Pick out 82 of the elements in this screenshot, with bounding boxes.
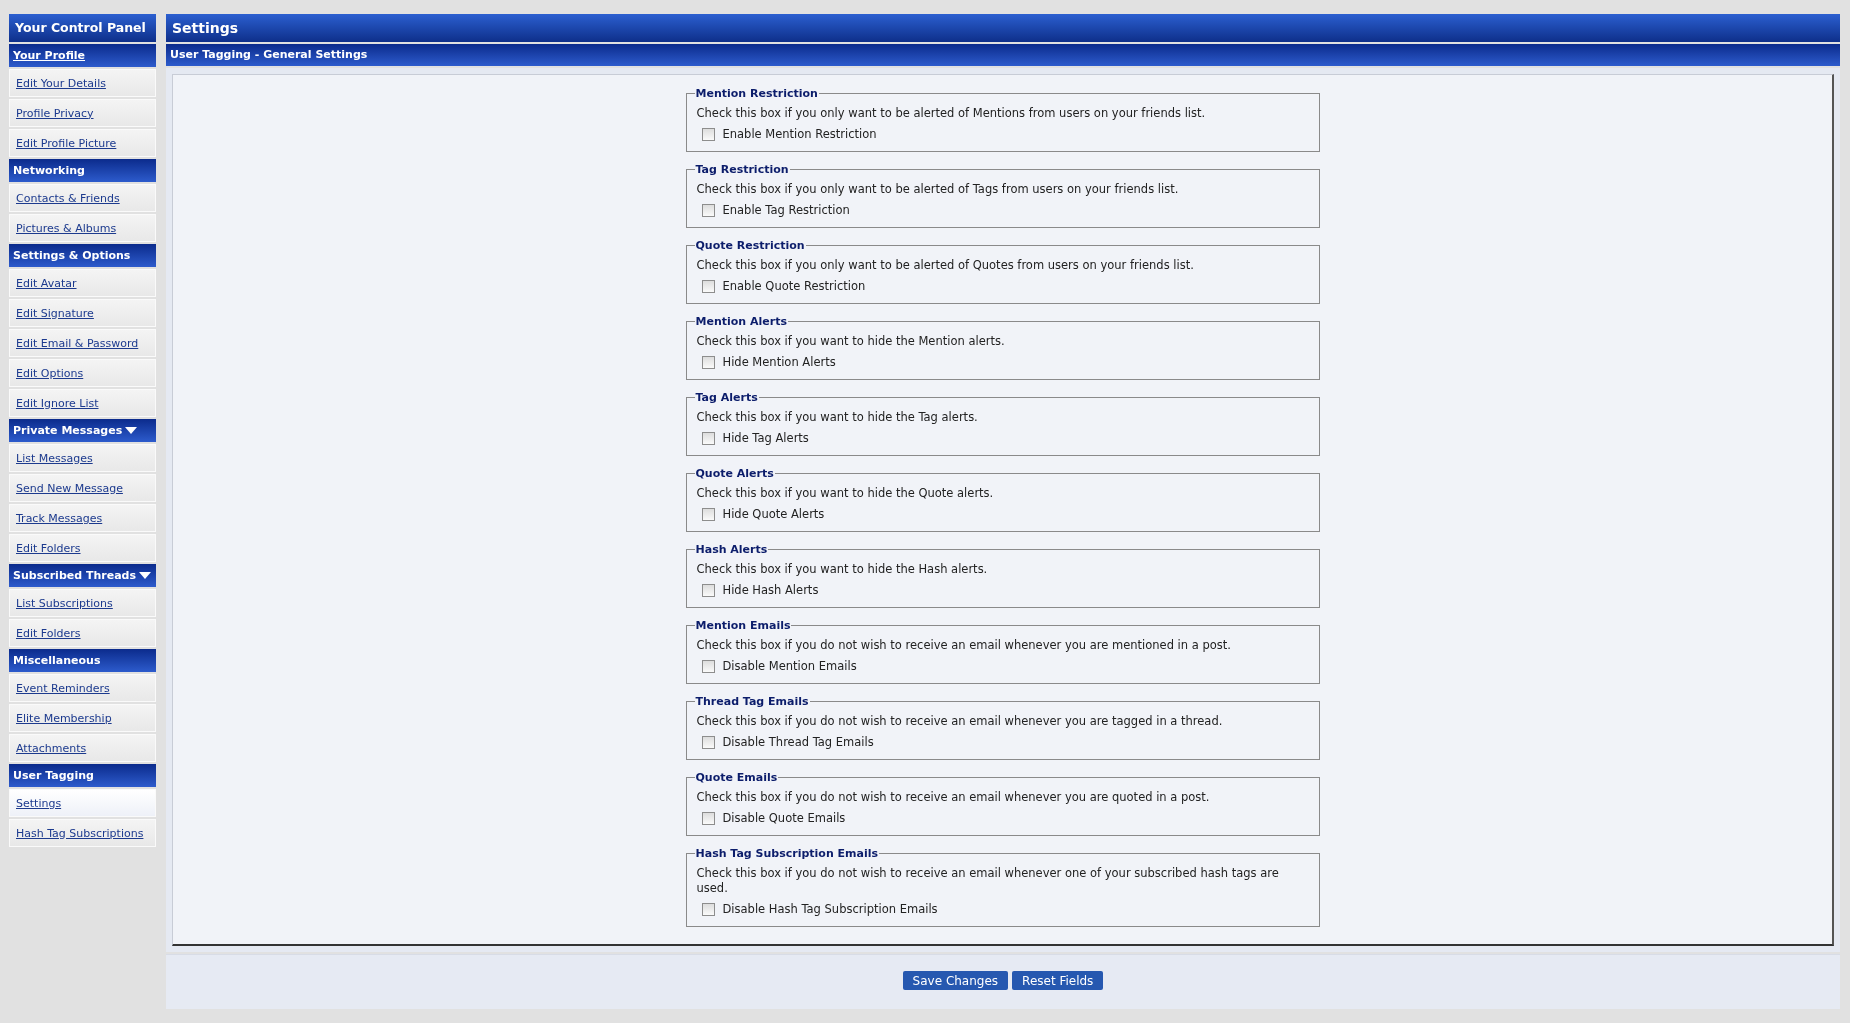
sidebar-item[interactable]: Profile Privacy <box>9 99 156 127</box>
group-legend: Mention Alerts <box>694 315 788 328</box>
group-legend: Thread Tag Emails <box>694 695 810 708</box>
caret-icon[interactable] <box>125 426 138 435</box>
section-title: Settings & Options <box>13 249 131 262</box>
checkbox[interactable] <box>701 431 715 445</box>
section-title: User Tagging <box>13 769 94 782</box>
sidebar-item[interactable]: Settings <box>9 789 156 817</box>
section-title: Networking <box>13 164 85 177</box>
checkbox[interactable] <box>701 735 715 749</box>
sidebar-item[interactable]: List Messages <box>9 444 156 472</box>
section-title: Private Messages <box>13 424 123 437</box>
caret-icon[interactable] <box>139 571 151 580</box>
section-header[interactable]: Subscribed Threads <box>9 564 156 587</box>
checkbox-label[interactable]: Enable Quote Restriction <box>722 279 866 293</box>
group-description: Check this box if you want to hide the Mention alerts. <box>696 334 1006 349</box>
sidebar-item[interactable]: Contacts & Friends <box>9 184 156 212</box>
checkbox-label[interactable]: Disable Mention Emails <box>722 659 857 673</box>
group-description: Check this box if you do not wish to receive an email whenever you are quoted in a post. <box>696 790 1211 805</box>
section-title: Subscribed Threads <box>13 569 136 582</box>
sidebar-item[interactable]: Edit Email & Password <box>9 329 156 357</box>
section-subtitle: User Tagging - General Settings <box>166 44 1840 66</box>
section-link[interactable]: Your Profile <box>13 49 86 62</box>
sidebar-item[interactable]: Edit Options <box>9 359 156 387</box>
checkbox[interactable] <box>701 507 715 521</box>
sidebar-item[interactable]: Elite Membership <box>9 704 156 732</box>
group-description: Check this box if you do not wish to receive an email whenever you are mentioned in a post. <box>696 638 1232 653</box>
page-title: Settings <box>166 14 1840 42</box>
checkbox[interactable] <box>701 127 715 141</box>
sidebar-item[interactable]: Pictures & Albums <box>9 214 156 242</box>
checkbox-label[interactable]: Hide Mention Alerts <box>722 355 836 369</box>
sidebar-item[interactable]: Edit Folders <box>9 534 156 562</box>
checkbox-label[interactable]: Hide Hash Alerts <box>722 583 819 597</box>
group-legend: Mention Restriction <box>694 87 819 100</box>
checkbox-label[interactable]: Hide Quote Alerts <box>722 507 825 521</box>
checkbox-label[interactable]: Disable Thread Tag Emails <box>722 735 874 749</box>
reset-button[interactable]: Reset Fields <box>1012 971 1104 990</box>
group-description: Check this box if you do not wish to receive an email whenever one of your subscribed hash tags are used. <box>696 866 1280 896</box>
group-legend: Tag Restriction <box>694 163 790 176</box>
sidebar-item[interactable]: Edit Folders <box>9 619 156 647</box>
group-legend: Hash Alerts <box>694 543 769 556</box>
group-legend: Quote Restriction <box>694 239 806 252</box>
save-button[interactable]: Save Changes <box>902 971 1009 990</box>
group-legend: Tag Alerts <box>694 391 759 404</box>
section-title: Miscellaneous <box>13 654 101 667</box>
checkbox[interactable] <box>701 203 715 217</box>
checkbox-label[interactable]: Enable Tag Restriction <box>722 203 850 217</box>
control-panel-title: Your Control Panel <box>9 14 156 42</box>
checkbox-label[interactable]: Enable Mention Restriction <box>722 127 877 141</box>
group-description: Check this box if you do not wish to receive an email whenever you are tagged in a thread. <box>696 714 1224 729</box>
checkbox-label[interactable]: Hide Tag Alerts <box>722 431 809 445</box>
sidebar-item[interactable]: Edit Ignore List <box>9 389 156 417</box>
sidebar-item[interactable]: Edit Profile Picture <box>9 129 156 157</box>
group-description: Check this box if you want to hide the Quote alerts. <box>696 486 995 501</box>
sidebar-item[interactable]: Hash Tag Subscriptions <box>9 819 156 847</box>
checkbox[interactable] <box>701 811 715 825</box>
checkbox-label[interactable]: Disable Hash Tag Subscription Emails <box>722 902 938 916</box>
checkbox[interactable] <box>701 902 715 916</box>
sidebar-item[interactable]: Edit Avatar <box>9 269 156 297</box>
checkbox[interactable] <box>701 659 715 673</box>
sidebar-item[interactable]: Edit Your Details <box>9 69 156 97</box>
group-description: Check this box if you want to hide the Tag alerts. <box>696 410 979 425</box>
sidebar-item[interactable]: Send New Message <box>9 474 156 502</box>
section-header[interactable]: Your Profile <box>9 44 156 67</box>
sidebar-item[interactable]: Track Messages <box>9 504 156 532</box>
group-legend: Hash Tag Subscription Emails <box>694 847 880 860</box>
checkbox[interactable] <box>701 583 715 597</box>
checkbox-label[interactable]: Disable Quote Emails <box>722 811 846 825</box>
group-legend: Mention Emails <box>694 619 792 632</box>
group-legend: Quote Emails <box>694 771 779 784</box>
group-legend: Quote Alerts <box>694 467 775 480</box>
sidebar-item[interactable]: List Subscriptions <box>9 589 156 617</box>
checkbox[interactable] <box>701 355 715 369</box>
group-description: Check this box if you want to hide the Hash alerts. <box>696 562 989 577</box>
group-description: Check this box if you only want to be alerted of Quotes from users on your friends list. <box>696 258 1195 273</box>
sidebar-item[interactable]: Edit Signature <box>9 299 156 327</box>
section-header[interactable]: Private Messages <box>9 419 156 442</box>
sidebar-item[interactable]: Event Reminders <box>9 674 156 702</box>
group-description: Check this box if you only want to be alerted of Tags from users on your friends list. <box>696 182 1180 197</box>
checkbox[interactable] <box>701 279 715 293</box>
group-description: Check this box if you only want to be alerted of Mentions from users on your friends list. <box>696 106 1207 121</box>
sidebar-item[interactable]: Attachments <box>9 734 156 762</box>
